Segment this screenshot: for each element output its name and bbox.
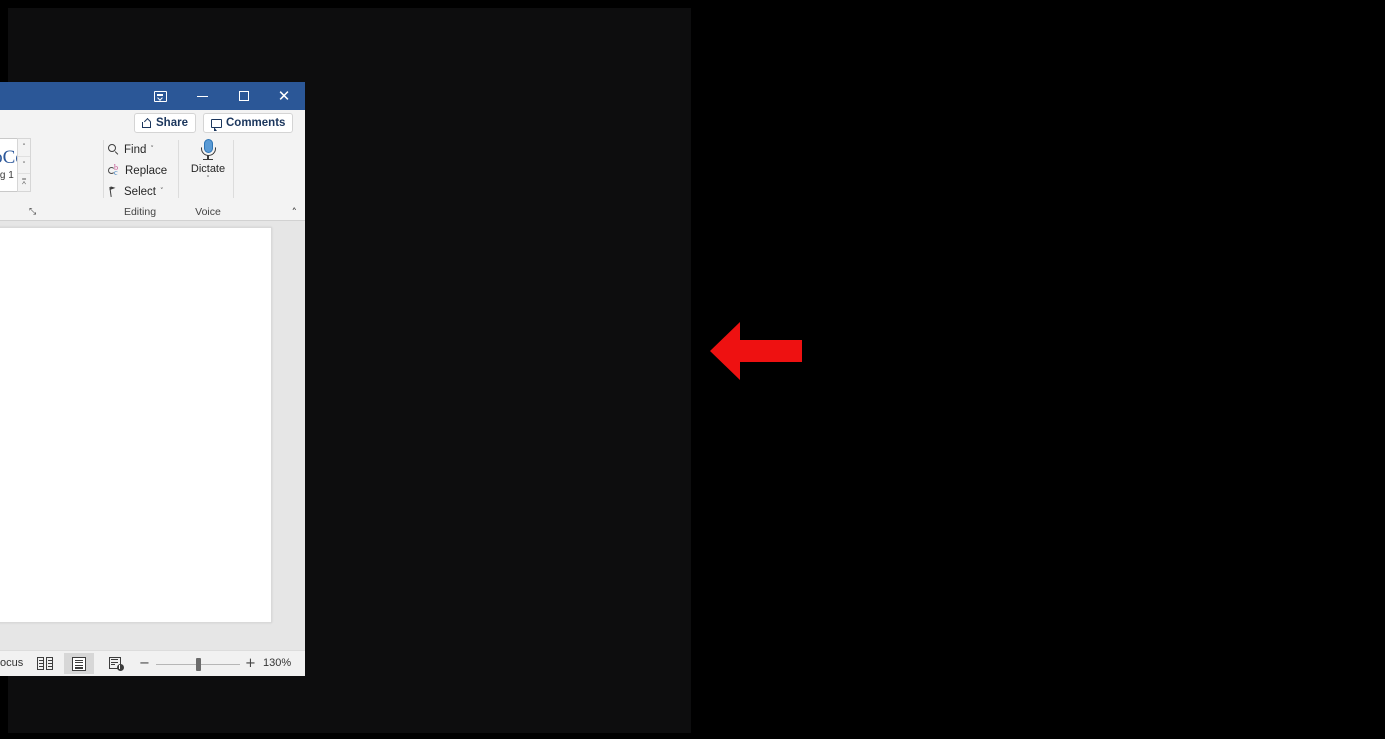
select-button[interactable]: Select ˅ (108, 182, 163, 201)
group-separator (233, 140, 234, 198)
find-button[interactable]: Find ˅ (108, 140, 154, 159)
dialog-launcher-icon: ⤡ (29, 207, 37, 217)
group-separator (103, 140, 104, 198)
ribbon-display-options-icon (153, 90, 167, 102)
document-page[interactable] (0, 227, 272, 623)
maximize-icon (239, 91, 249, 101)
chevron-down-icon: ˅ (22, 161, 26, 169)
chevron-up-icon: ˄ (22, 143, 26, 152)
find-label: Find (124, 143, 147, 156)
replace-label: Replace (125, 164, 168, 177)
share-comments-bar: Share Comments (0, 110, 305, 136)
collapse-ribbon-button[interactable]: ˄ (292, 207, 298, 218)
web-layout-icon (108, 656, 124, 671)
zoom-in-button[interactable]: + (245, 657, 256, 670)
comments-button[interactable]: Comments (203, 113, 294, 133)
print-layout-icon (72, 656, 86, 671)
ribbon: d ... AaBbCc Heading 1 ˄ ˅ ⩞ (0, 136, 305, 221)
replace-icon: bc (108, 163, 121, 177)
title-bar: ✕ (0, 82, 305, 110)
minimize-button[interactable] (181, 82, 223, 110)
group-separator (178, 140, 179, 198)
cursor-icon (108, 186, 120, 198)
share-button[interactable]: Share (134, 113, 196, 133)
voice-group-title: Voice (195, 206, 221, 218)
ribbon-display-options-button[interactable] (139, 82, 181, 110)
comments-button-label: Comments (226, 117, 286, 129)
editing-group-title: Editing (123, 206, 157, 218)
styles-scroll-up-button[interactable]: ˄ (18, 139, 30, 157)
search-icon (108, 143, 120, 156)
view-button-web-layout[interactable] (101, 653, 131, 674)
chevron-down-icon: ˅ (159, 187, 164, 195)
microphone-icon (200, 139, 216, 161)
status-bar: ocus − + 130% (0, 650, 305, 676)
select-label: Select (124, 185, 156, 198)
close-button[interactable]: ✕ (263, 82, 305, 110)
styles-group: d ... AaBbCc Heading 1 ˄ ˅ ⩞ (0, 138, 92, 217)
more-styles-icon: ⩞ (21, 178, 27, 187)
zoom-out-button[interactable]: − (139, 657, 150, 670)
chevron-down-icon: ˅ (150, 145, 154, 153)
styles-dialog-launcher[interactable]: ⤡ (29, 206, 41, 218)
close-icon: ✕ (277, 86, 291, 105)
zoom-level-label[interactable]: 130% (263, 657, 291, 669)
share-button-label: Share (156, 117, 188, 129)
style-name: Heading 1 (0, 170, 14, 181)
editing-group: Find ˅ bc Replace Select ˅ (108, 138, 172, 204)
word-window: ✕ Share Comments d ... AaBb (0, 82, 305, 676)
comment-icon (211, 118, 222, 131)
focus-mode-button[interactable]: ocus (0, 657, 23, 669)
document-canvas[interactable] (0, 221, 305, 650)
chevron-up-icon: ˄ (291, 206, 298, 219)
share-icon (142, 119, 152, 128)
styles-scroll-down-button[interactable]: ˅ (18, 157, 30, 175)
replace-button[interactable]: bc Replace (108, 161, 167, 180)
styles-scroll-buttons[interactable]: ˄ ˅ ⩞ (17, 138, 31, 192)
minimize-icon (196, 95, 208, 97)
view-button-print-layout[interactable] (64, 653, 94, 674)
red-left-arrow-icon (710, 321, 802, 381)
dictate-button[interactable]: Dictate ˅ (185, 136, 231, 204)
dictate-label: Dictate (190, 163, 226, 175)
chevron-down-icon: ˅ (206, 175, 210, 183)
maximize-button[interactable] (223, 82, 265, 110)
zoom-slider-handle[interactable] (196, 658, 201, 671)
styles-more-button[interactable]: ⩞ (18, 174, 30, 191)
view-button-read-mode[interactable] (30, 653, 60, 674)
read-mode-icon (37, 657, 53, 670)
screen: ✕ Share Comments d ... AaBb (0, 0, 1385, 739)
